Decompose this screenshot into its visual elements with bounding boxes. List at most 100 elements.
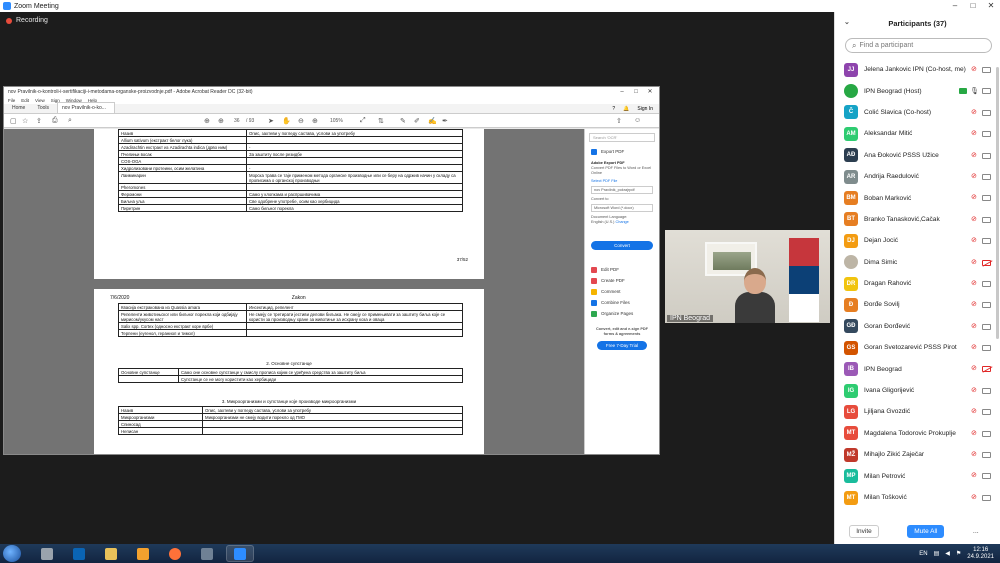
comment-icon[interactable]: ✎ bbox=[400, 117, 406, 125]
camera-off-icon[interactable] bbox=[982, 259, 991, 266]
muted-microphone-icon[interactable]: ⊘ bbox=[971, 66, 979, 74]
share-icon[interactable]: ⇧ bbox=[616, 117, 622, 125]
camera-off-icon[interactable] bbox=[982, 131, 991, 138]
taskbar-media[interactable] bbox=[129, 545, 157, 562]
zoom-out-icon[interactable]: ⊖ bbox=[298, 117, 304, 125]
participant-row[interactable]: MŽ Mihajlo Žikić Zaječar ⊘ bbox=[835, 444, 997, 465]
minimize-button[interactable]: – bbox=[946, 0, 964, 12]
muted-microphone-icon[interactable]: ⊘ bbox=[971, 194, 979, 202]
participant-row[interactable]: MT Magdalena Todorovic Prokuplje ⊘ bbox=[835, 423, 997, 444]
scroll-icon[interactable]: ⇅ bbox=[378, 117, 384, 125]
format-select[interactable]: Microsoft Word (*.docx) bbox=[591, 204, 653, 212]
camera-off-icon[interactable] bbox=[982, 152, 991, 159]
more-options-button[interactable]: ... bbox=[973, 528, 979, 535]
participant-search-input[interactable]: ⌕ Find a participant bbox=[845, 38, 992, 53]
zoom-level[interactable]: 105% bbox=[330, 118, 343, 124]
tool-edit-pdf[interactable]: Edit PDF bbox=[585, 264, 659, 275]
tools-search-input[interactable]: Search 'OCR' bbox=[589, 133, 655, 142]
taskbar-teamviewer[interactable] bbox=[193, 545, 221, 562]
camera-off-icon[interactable] bbox=[982, 323, 991, 330]
camera-off-icon[interactable] bbox=[982, 302, 991, 309]
muted-microphone-icon[interactable]: ⊘ bbox=[971, 451, 979, 459]
tab-document[interactable]: nov Pravilnik-o-ko... bbox=[57, 102, 115, 113]
camera-off-icon[interactable] bbox=[982, 366, 991, 373]
taskbar-outlook[interactable] bbox=[65, 545, 93, 562]
tool-combine-files[interactable]: Combine Files bbox=[585, 297, 659, 308]
camera-off-icon[interactable] bbox=[982, 345, 991, 352]
clock[interactable]: 12:16 24.9.2021 bbox=[967, 547, 994, 561]
muted-microphone-icon[interactable]: ⊘ bbox=[971, 494, 979, 502]
bell-icon[interactable]: 🔔 bbox=[623, 106, 629, 112]
document-viewport[interactable]: Назив Опис, захтеви у погледу састава, ус… bbox=[4, 129, 659, 454]
volume-icon[interactable]: ◀ bbox=[945, 550, 950, 557]
participant-row[interactable]: GS Goran Svetozarević PSSS Pirot ⊘ bbox=[835, 337, 997, 358]
acrobat-maximize-button[interactable]: □ bbox=[629, 87, 643, 97]
muted-microphone-icon[interactable]: ⊘ bbox=[971, 472, 979, 480]
muted-microphone-icon[interactable]: ⊘ bbox=[971, 387, 979, 395]
participant-row[interactable]: DR Dragan Rahović ⊘ bbox=[835, 273, 997, 294]
camera-off-icon[interactable] bbox=[982, 238, 991, 245]
language-indicator[interactable]: EN bbox=[919, 551, 927, 557]
camera-off-icon[interactable] bbox=[982, 67, 991, 73]
camera-off-icon[interactable] bbox=[982, 494, 991, 501]
muted-microphone-icon[interactable]: ⊘ bbox=[971, 430, 979, 438]
muted-microphone-icon[interactable]: ⊘ bbox=[971, 408, 979, 416]
camera-icon[interactable] bbox=[982, 88, 991, 95]
tool-organize-pages[interactable]: Organize Pages bbox=[585, 308, 659, 319]
camera-off-icon[interactable] bbox=[982, 109, 991, 116]
page-up-icon[interactable]: ⊕ bbox=[204, 117, 210, 125]
muted-microphone-icon[interactable]: ⊘ bbox=[971, 152, 979, 160]
camera-off-icon[interactable] bbox=[982, 280, 991, 287]
free-trial-button[interactable]: Free 7-Day Trial bbox=[597, 341, 647, 350]
change-language-link[interactable]: Change bbox=[615, 220, 628, 224]
export-pdf-header[interactable]: Export PDF bbox=[585, 146, 659, 157]
participant-row[interactable]: MP Milan Petrović ⊘ bbox=[835, 465, 997, 486]
print-icon[interactable]: ⎙ bbox=[52, 117, 58, 125]
user-icon[interactable]: ☺ bbox=[634, 117, 641, 124]
muted-microphone-icon[interactable]: ⊘ bbox=[971, 259, 979, 267]
participant-row[interactable]: AĐ Ana Đoković PSSS Užice ⊘ bbox=[835, 145, 997, 166]
mute-all-button[interactable]: Mute All bbox=[907, 524, 945, 538]
tab-home[interactable]: Home bbox=[8, 103, 33, 113]
camera-off-icon[interactable] bbox=[982, 216, 991, 223]
muted-microphone-icon[interactable]: ⊘ bbox=[971, 365, 979, 373]
camera-off-icon[interactable] bbox=[982, 173, 991, 180]
taskbar-firefox[interactable] bbox=[161, 545, 189, 562]
participant-row[interactable]: MT Milan Tošković ⊘ bbox=[835, 487, 997, 508]
muted-microphone-icon[interactable]: ⊘ bbox=[971, 323, 979, 331]
participant-row[interactable]: LG Ljiljana Gvozdić ⊘ bbox=[835, 401, 997, 422]
page-down-icon[interactable]: ⊕ bbox=[218, 117, 224, 125]
zoom-in-icon[interactable]: ⊕ bbox=[312, 117, 318, 125]
search-icon[interactable]: ⌕ bbox=[68, 117, 72, 125]
muted-microphone-icon[interactable]: ⊘ bbox=[971, 280, 979, 288]
muted-microphone-icon[interactable]: ⊘ bbox=[971, 173, 979, 181]
page-number-field[interactable]: 36 bbox=[234, 118, 240, 124]
highlight-icon[interactable]: ✍ bbox=[428, 117, 437, 125]
muted-microphone-icon[interactable]: ⊘ bbox=[971, 216, 979, 224]
tab-tools[interactable]: Tools bbox=[33, 103, 57, 113]
participant-row[interactable]: BT Branko Tanasković,Čačak ⊘ bbox=[835, 209, 997, 230]
participant-row[interactable]: IB IPN Beograd ⊘ bbox=[835, 358, 997, 379]
participant-row[interactable]: JJ Jelena Jankovic IPN (Co-host, me) ⊘ bbox=[835, 59, 997, 80]
muted-microphone-icon[interactable]: ⊘ bbox=[971, 130, 979, 138]
selected-file-field[interactable]: nov Pravilnik_pokrajrpdf bbox=[591, 186, 653, 194]
pen-icon[interactable]: ✐ bbox=[414, 117, 420, 125]
participant-video-tile[interactable]: IPN Beograd bbox=[665, 230, 830, 323]
upload-icon[interactable]: ⇪ bbox=[36, 117, 42, 125]
participant-row[interactable]: IPN Beograd (Host) 🎙 bbox=[835, 80, 997, 101]
camera-off-icon[interactable] bbox=[982, 195, 991, 202]
flag-icon[interactable]: ⚑ bbox=[956, 550, 961, 557]
pointer-icon[interactable]: ➤ bbox=[268, 117, 274, 125]
acrobat-minimize-button[interactable]: – bbox=[615, 87, 629, 97]
participant-row[interactable]: DJ Dejan Jocić ⊘ bbox=[835, 230, 997, 251]
participant-scrollbar[interactable] bbox=[996, 67, 999, 339]
convert-button[interactable]: Convert bbox=[591, 241, 653, 250]
muted-microphone-icon[interactable]: ⊘ bbox=[971, 109, 979, 117]
taskbar-explorer[interactable] bbox=[97, 545, 125, 562]
participant-row[interactable]: Đ Đorđe Sovilj ⊘ bbox=[835, 294, 997, 315]
network-icon[interactable]: ▤ bbox=[934, 550, 940, 557]
fit-icon[interactable]: ⤢ bbox=[360, 117, 366, 125]
participant-row[interactable]: GĐ Goran Đorđević ⊘ bbox=[835, 316, 997, 337]
maximize-button[interactable]: □ bbox=[964, 0, 982, 12]
taskbar-media-player[interactable] bbox=[33, 545, 61, 562]
